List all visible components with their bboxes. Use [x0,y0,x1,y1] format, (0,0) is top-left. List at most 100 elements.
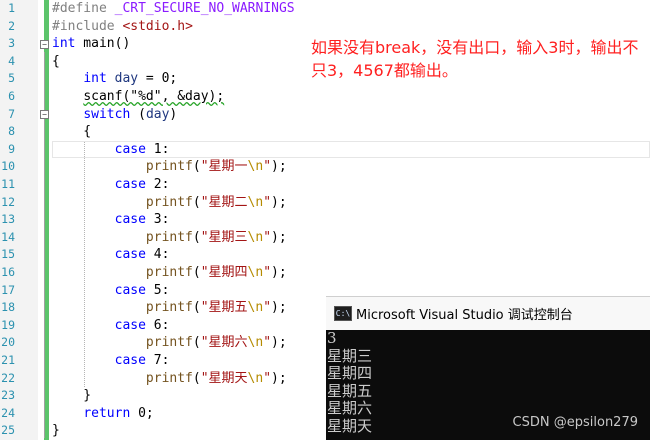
line-number: 11 [1,177,15,191]
code-token: 7: [145,353,170,368]
code-line: case 4: [52,246,170,264]
code-token: printf [145,229,193,245]
code-token: 1: [145,141,170,157]
console-line: 3 [327,329,337,347]
code-token: " [263,265,272,280]
line-number: 13 [1,212,15,227]
line-number-gutter: 1 2 3 4 5 6 7 8 9 10 11 12 13 14 15 16 17 18 19 20 21 22 23 24 2… [0,0,38,440]
code-line: printf("星期五\n"); [52,299,287,317]
line-number: 4 [8,53,15,68]
line-number: 19 [1,317,15,332]
console-app-icon: C:\ [334,306,352,321]
code-token: printf [145,194,193,210]
code-line: } [52,422,60,440]
line-number: 17 [1,282,15,297]
line-number: 24 [1,405,15,420]
code-line: case 1: [52,141,170,159]
code-token: int [83,71,107,87]
code-token: ( [192,194,201,210]
line-number: 7 [8,106,15,121]
code-token: ) [169,106,178,122]
code-token: "星期三 [200,229,248,245]
code-token: \n [247,370,264,386]
code-token: "星期天 [200,370,248,386]
code-token: 2: [145,177,170,192]
code-line: case 6: [52,317,170,335]
code-line: printf("星期四\n"); [52,264,287,282]
code-token: " [263,194,272,210]
line-number: 1 [8,1,15,15]
code-token: \n [247,159,264,175]
code-line: printf("星期三\n"); [52,229,287,247]
code-token: "星期五 [200,300,248,316]
code-token: #include [52,18,123,34]
code-line: printf("星期二\n"); [52,194,287,212]
console-line: 星期六 [327,399,373,418]
line-number: 21 [1,353,15,367]
code-token: \n [247,300,264,316]
code-token: "星期四 [200,265,248,280]
code-token: case [114,317,146,333]
code-token: return [83,405,131,421]
code-token: printf [145,335,193,351]
code-token: \n [247,265,264,280]
console-line: 星期天 [327,416,373,435]
line-number: 18 [1,300,15,315]
code-token: \n [247,229,264,245]
code-token: case [114,177,146,192]
fold-collapse-icon[interactable]: − [40,110,49,119]
code-token: "星期一 [200,159,248,175]
code-token: " [263,370,272,386]
line-number: 2 [8,18,15,33]
console-title-bar[interactable]: C:\ Microsoft Visual Studio 调试控制台 [326,296,650,330]
console-output: 3 星期三 星期四 星期五 星期六 星期天 [327,329,373,436]
watermark: CSDN @epsilon279 [512,415,638,430]
code-token: printf [145,265,193,280]
console-line: 星期三 [327,346,373,365]
code-token: _CRT_SECURE_NO_WARNINGS [114,1,295,16]
code-token: " [263,229,272,245]
code-token: 4: [145,247,170,263]
code-token: case [114,247,146,263]
code-line: } [52,387,91,405]
code-token: ( [192,265,201,280]
code-token: \n [247,335,264,351]
code-token: case [114,282,146,298]
code-line: { [52,123,91,141]
code-line: switch (day) [52,106,177,124]
code-line: #include <stdio.h> [52,18,193,36]
line-number: 25 [1,423,15,438]
line-number: 14 [1,229,15,244]
code-line: #define _CRT_SECURE_NO_WARNINGS [52,0,295,18]
line-number: 9 [8,141,15,156]
code-token: 6: [145,317,170,333]
code-token: ); [271,335,287,351]
code-token: 5: [145,282,170,298]
fold-collapse-icon[interactable]: − [40,40,49,49]
code-line: printf("星期天\n"); [52,370,287,388]
code-token: day [114,71,139,87]
code-line: scanf("%d", &day); [52,88,224,106]
code-token: <stdio.h> [122,18,193,34]
code-line: { [52,53,60,71]
line-number: 23 [1,388,15,403]
console-title: Microsoft Visual Studio 调试控制台 [356,308,573,323]
code-token: ); [271,370,287,386]
code-token: ( [130,106,146,122]
line-number: 12 [1,194,15,209]
code-line: case 2: [52,176,170,194]
code-line: case 5: [52,282,170,300]
code-token: } [52,388,92,404]
line-number: 20 [1,335,15,350]
code-token: printf [145,370,193,386]
code-token: ( [192,229,201,245]
